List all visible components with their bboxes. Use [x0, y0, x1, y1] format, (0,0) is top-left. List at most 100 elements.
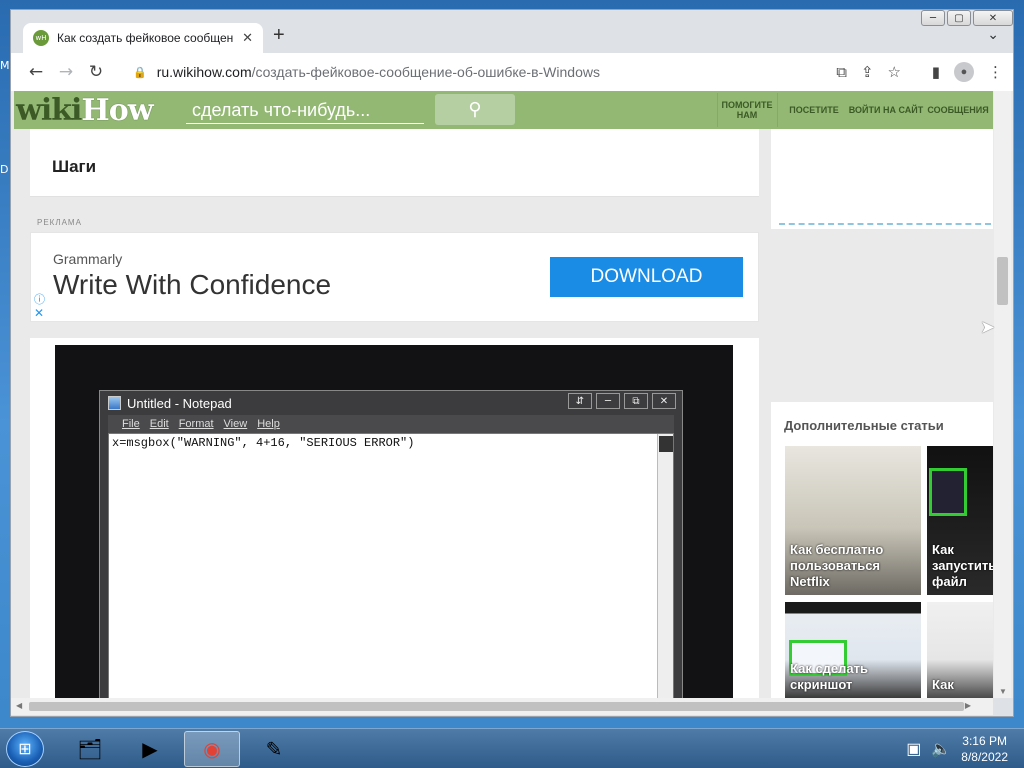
related-article-card[interactable]: Как сделать скриншот	[785, 602, 921, 698]
forward-button[interactable]: →	[51, 62, 81, 82]
ad-headline: Write With Confidence	[53, 269, 332, 300]
taskbar-explorer[interactable]: 🗂	[62, 731, 118, 767]
horizontal-scroll-thumb[interactable]	[29, 702, 964, 711]
wikihow-favicon-icon: wH	[33, 30, 49, 46]
nav-messages[interactable]: СООБЩЕНИЯ	[925, 91, 991, 129]
chrome-icon: ◉	[203, 738, 221, 761]
web-page: wikiHow сделать что-нибудь... ⚲ ПОМОГИТЕ…	[11, 91, 1013, 698]
menu-kebab-icon[interactable]: ⋮	[988, 63, 1003, 81]
ad-brand: Grammarly	[53, 251, 123, 267]
notepad-minimize-button: ─	[596, 393, 620, 409]
notepad-content: x=msgbox("WARNING", 4+16, "SERIOUS ERROR…	[112, 436, 415, 450]
steps-title: Шаги	[52, 157, 97, 176]
new-tab-button[interactable]: +	[273, 24, 285, 47]
nav-help-us[interactable]: ПОМОГИТЕ НАМ	[717, 91, 777, 129]
nav-visit[interactable]: ПОСЕТИТЕ	[784, 91, 844, 129]
reload-button[interactable]: ↻	[81, 62, 111, 82]
minimize-button[interactable]: ─	[921, 10, 945, 26]
notepad-menu-file: File	[122, 418, 140, 430]
search-icon: ⚲	[468, 99, 482, 119]
scroll-right-arrow-icon[interactable]: ▶	[965, 701, 971, 710]
close-window-button[interactable]: ✕	[973, 10, 1013, 26]
notepad-menu-help: Help	[257, 418, 280, 430]
related-article-card[interactable]: Как	[927, 602, 993, 698]
related-article-title: Как сделать скриншот	[790, 661, 868, 692]
side-panel-icon[interactable]: ▮	[932, 63, 940, 81]
browser-window: ─ ▢ ✕ wH Как создать фейковое сообщен ✕ …	[10, 9, 1014, 717]
ad-info-icon[interactable]: ⓘ	[34, 291, 45, 307]
sidebar-top-box	[771, 129, 993, 229]
desktop-icon-label: M	[0, 59, 10, 72]
tab-search-icon[interactable]: ⌄	[987, 26, 999, 43]
ad-download-button[interactable]: DOWNLOAD	[550, 257, 743, 297]
url-path: /создать-фейковое-сообщение-об-ошибке-в-…	[251, 64, 600, 80]
vertical-scroll-thumb[interactable]	[997, 257, 1008, 305]
browser-tab[interactable]: wH Как создать фейковое сообщен ✕	[23, 23, 263, 53]
scroll-left-arrow-icon[interactable]: ◀	[16, 701, 22, 710]
ad-label: РЕКЛАМА	[37, 218, 82, 227]
ad-close-icon[interactable]: ✕	[34, 306, 44, 320]
mouse-cursor-icon: ➤	[980, 317, 996, 337]
notepad-menubar: File Edit Format View Help	[108, 415, 674, 433]
notepad-title: Untitled - Notepad	[127, 395, 232, 411]
notepad-scrollbar	[657, 434, 673, 698]
url-host: ru.wikihow.com	[156, 64, 252, 80]
desktop-icon-label: D	[0, 163, 9, 176]
scroll-down-arrow-icon[interactable]: ▼	[999, 687, 1007, 696]
window-controls: ─ ▢ ✕	[921, 10, 1013, 26]
dashed-divider	[779, 223, 991, 225]
wikihow-header: wikiHow сделать что-нибудь... ⚲ ПОМОГИТЕ…	[14, 91, 993, 129]
vertical-scrollbar[interactable]: ▼	[994, 91, 1011, 698]
lock-icon[interactable]: 🔒	[133, 66, 147, 79]
related-article-title: Как запустить файл	[932, 542, 993, 589]
related-article-card[interactable]: Как бесплатно пользоваться Netflix	[785, 446, 921, 595]
taskbar-chrome[interactable]: ◉	[184, 731, 240, 767]
folder-icon: 🗂	[77, 738, 103, 761]
notepad-menu-view: View	[223, 418, 248, 430]
notepad-menu-format: Format	[178, 418, 214, 430]
taskbar: ⊞ 🗂 ▶ ◉ ✎ ▣ 🔈 3:16 PM 8/8/2022	[0, 728, 1024, 768]
start-button[interactable]: ⊞	[6, 731, 44, 767]
bookmark-star-icon[interactable]: ☆	[888, 63, 901, 81]
media-player-icon: ▶	[142, 738, 158, 761]
search-button[interactable]: ⚲	[435, 94, 515, 125]
profile-avatar-icon[interactable]: ●	[954, 62, 974, 82]
logo-wiki: wiki	[16, 93, 82, 128]
nav-divider	[777, 93, 778, 127]
steps-section: Шаги	[30, 129, 759, 197]
share-icon[interactable]: ⇪	[861, 63, 874, 81]
logo-how: How	[81, 93, 153, 128]
windows-logo-icon: ⊞	[18, 741, 32, 758]
ad-banner[interactable]: Grammarly Write With Confidence DOWNLOAD…	[30, 232, 759, 322]
related-article-title: Как	[932, 677, 954, 692]
notepad-close-button: ✕	[652, 393, 676, 409]
system-tray: ▣ 🔈 3:16 PM 8/8/2022	[906, 729, 1024, 768]
network-icon[interactable]: ▣	[906, 739, 921, 759]
maximize-button[interactable]: ▢	[947, 10, 971, 26]
taskbar-media-player[interactable]: ▶	[122, 731, 178, 767]
address-bar[interactable]: 🔒 ru.wikihow.com/создать-фейковое-сообще…	[121, 58, 901, 86]
notepad-restore-button: ⧉	[624, 393, 648, 409]
related-articles-sidebar: Дополнительные статьи Как бесплатно поль…	[771, 402, 993, 698]
related-article-title: Как бесплатно пользоваться Netflix	[790, 542, 884, 589]
notepad-window: Untitled - Notepad ⇵ ─ ⧉ ✕ File Edit For…	[99, 390, 683, 698]
tab-close-icon[interactable]: ✕	[242, 30, 253, 46]
step-image-card: Untitled - Notepad ⇵ ─ ⧉ ✕ File Edit For…	[30, 338, 759, 698]
site-search-input[interactable]: сделать что-нибудь...	[186, 97, 424, 124]
horizontal-scrollbar[interactable]: ◀ ▶	[11, 698, 993, 715]
clock-time: 3:16 PM	[962, 734, 1007, 748]
volume-icon[interactable]: 🔈	[931, 739, 951, 759]
notepad-app-icon: ✎	[265, 738, 283, 761]
taskbar-notepad[interactable]: ✎	[246, 731, 302, 767]
notepad-icon	[108, 396, 121, 410]
back-button[interactable]: ←	[21, 62, 51, 82]
related-article-card[interactable]: Как запустить файл	[927, 446, 993, 595]
clock[interactable]: 3:16 PM 8/8/2022	[961, 733, 1008, 765]
browser-toolbar: ← → ↻ 🔒 ru.wikihow.com/создать-фейковое-…	[11, 53, 1013, 91]
nav-login[interactable]: ВОЙТИ НА САЙТ	[847, 91, 925, 129]
translate-icon[interactable]: ⧉	[836, 63, 847, 81]
related-articles-heading: Дополнительные статьи	[784, 418, 944, 433]
notepad-menu-edit: Edit	[149, 418, 169, 430]
step-image: Untitled - Notepad ⇵ ─ ⧉ ✕ File Edit For…	[55, 345, 733, 698]
wikihow-logo[interactable]: wikiHow	[16, 93, 154, 128]
